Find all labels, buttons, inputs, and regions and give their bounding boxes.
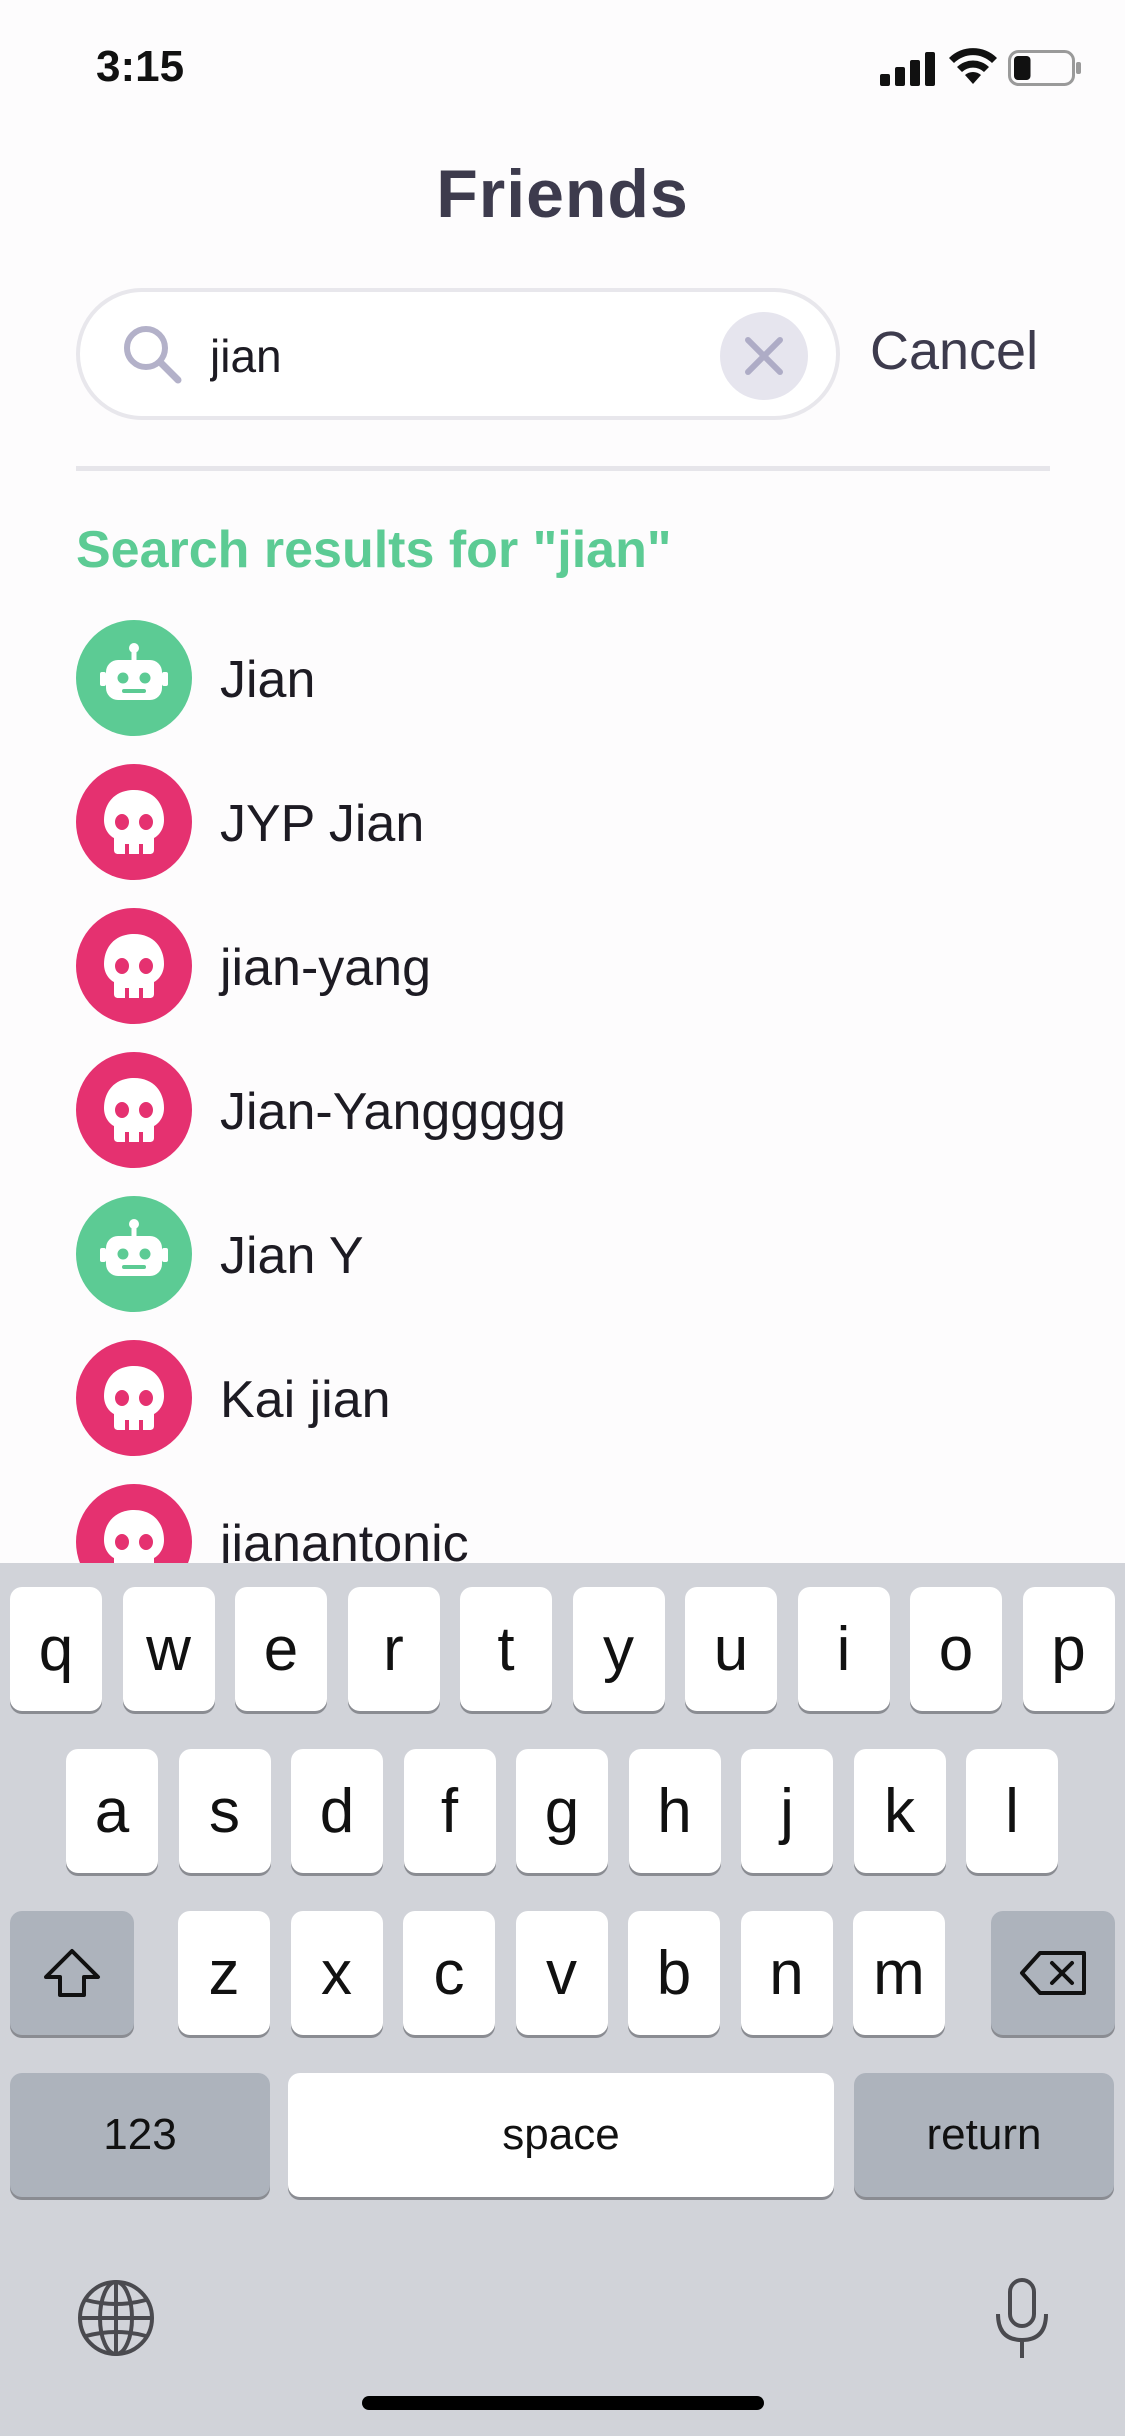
status-bar: 3:15 — [0, 0, 1125, 140]
key-b[interactable]: b — [628, 1911, 720, 2035]
result-item[interactable]: jian-yang — [76, 908, 1076, 1024]
result-name: Jian — [220, 651, 316, 709]
home-indicator[interactable] — [362, 2396, 764, 2410]
cellular-signal-icon — [880, 52, 935, 86]
key-z[interactable]: z — [178, 1911, 270, 2035]
space-key[interactable]: space — [288, 2073, 834, 2197]
result-list: Jian JYP Jian jian-yang Jian-Yanggggg Jian Y… — [0, 620, 1125, 1565]
backspace-icon — [1020, 1951, 1086, 1995]
skull-icon — [104, 1078, 164, 1142]
result-name: Kai jian — [220, 1371, 391, 1429]
key-f[interactable]: f — [403, 1749, 496, 1873]
close-icon — [745, 337, 783, 375]
result-item[interactable]: Jian Y — [76, 1196, 1076, 1312]
key-c[interactable]: c — [403, 1911, 495, 2035]
key-g[interactable]: g — [516, 1749, 608, 1873]
key-x[interactable]: x — [290, 1911, 383, 2035]
status-time: 3:15 — [96, 42, 185, 91]
key-w[interactable]: w — [122, 1587, 215, 1711]
divider — [76, 466, 1050, 471]
avatar — [76, 1052, 192, 1168]
result-name: Jian Y — [220, 1227, 364, 1285]
skull-icon — [104, 1510, 164, 1565]
microphone-icon[interactable] — [990, 2278, 1054, 2362]
key-r[interactable]: r — [347, 1587, 440, 1711]
avatar — [76, 1340, 192, 1456]
avatar — [76, 908, 192, 1024]
wifi-icon — [949, 48, 997, 84]
shift-icon — [44, 1949, 100, 1997]
key-k[interactable]: k — [853, 1749, 946, 1873]
numbers-key[interactable]: 123 — [10, 2073, 270, 2197]
skull-icon — [104, 790, 164, 854]
avatar — [76, 1484, 192, 1565]
globe-icon[interactable] — [76, 2278, 156, 2358]
robot-icon — [100, 1219, 168, 1276]
shift-key[interactable] — [10, 1911, 134, 2035]
key-h[interactable]: h — [628, 1749, 721, 1873]
search-field[interactable] — [76, 288, 840, 420]
result-item[interactable]: Jian — [76, 620, 1076, 736]
avatar — [76, 764, 192, 880]
result-item[interactable]: Kai jian — [76, 1340, 1076, 1456]
key-a[interactable]: a — [66, 1749, 158, 1873]
search-results-heading: Search results for "jian" — [76, 521, 672, 579]
cancel-button[interactable]: Cancel — [870, 320, 1038, 382]
page-title: Friends — [436, 156, 689, 232]
key-m[interactable]: m — [853, 1911, 945, 2035]
result-name: jianantonic — [220, 1515, 469, 1565]
battery-icon — [1008, 50, 1081, 86]
result-item[interactable]: jianantonic — [76, 1484, 1076, 1565]
key-u[interactable]: u — [685, 1587, 777, 1711]
clear-search-button[interactable] — [720, 312, 808, 400]
result-item[interactable]: JYP Jian — [76, 764, 1076, 880]
key-n[interactable]: n — [740, 1911, 833, 2035]
key-o[interactable]: o — [910, 1587, 1002, 1711]
key-j[interactable]: j — [741, 1749, 833, 1873]
key-l[interactable]: l — [966, 1749, 1058, 1873]
avatar — [76, 1196, 192, 1312]
key-q[interactable]: q — [10, 1587, 102, 1711]
return-key[interactable]: return — [854, 2073, 1114, 2197]
key-e[interactable]: e — [235, 1587, 327, 1711]
key-s[interactable]: s — [178, 1749, 271, 1873]
avatar — [76, 620, 192, 736]
key-i[interactable]: i — [797, 1587, 890, 1711]
skull-icon — [104, 934, 164, 998]
key-p[interactable]: p — [1022, 1587, 1115, 1711]
result-item[interactable]: Jian-Yanggggg — [76, 1052, 1076, 1168]
key-v[interactable]: v — [515, 1911, 608, 2035]
delete-key[interactable] — [991, 1911, 1115, 2035]
key-y[interactable]: y — [572, 1587, 665, 1711]
keyboard: q w e r t y u i o p a s d f g h j k l z x c v b n m 123 space return — [0, 1563, 1125, 2436]
skull-icon — [104, 1366, 164, 1430]
search-icon — [124, 326, 182, 384]
search-input[interactable] — [210, 322, 770, 390]
key-d[interactable]: d — [291, 1749, 383, 1873]
result-name: JYP Jian — [220, 795, 425, 853]
robot-icon — [100, 643, 168, 700]
result-name: jian-yang — [220, 939, 432, 997]
key-t[interactable]: t — [460, 1587, 552, 1711]
result-name: Jian-Yanggggg — [220, 1083, 566, 1141]
